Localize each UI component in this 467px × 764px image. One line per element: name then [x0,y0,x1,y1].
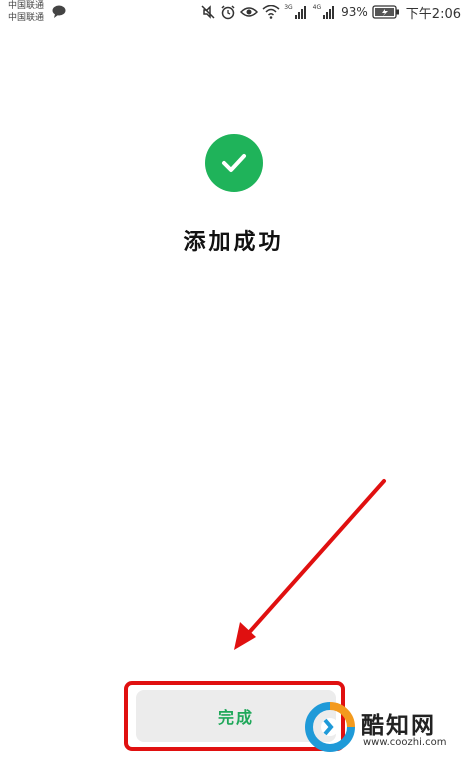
chat-bubble-icon [52,5,66,18]
signal-icon [323,6,335,19]
network-3g-label: 3G [284,3,293,11]
status-icons: 3G 4G 93% 下午2:06 [200,3,461,22]
annotation-arrow [234,479,386,650]
wifi-icon [262,5,280,19]
carrier-1: 中国联通 [8,1,45,11]
page-title: 添加成功 [183,230,284,255]
battery-icon [372,5,399,19]
watermark: 酷知网 www.coozhi.com [305,700,455,756]
coozhi-logo-icon [305,702,355,752]
network-4g-label: 4G [312,3,322,11]
success-check-icon [205,134,263,192]
status-bar: 中国联通 中国联通 3G 4G 93% 下午2:06 [0,0,467,26]
battery-percent: 93% [341,5,368,19]
signal-icon [294,6,306,19]
mute-icon [201,5,215,19]
watermark-name: 酷知网 [361,713,436,739]
carrier-labels: 中国联通 中国联通 [8,0,44,24]
clock-time: 下午2:06 [405,6,461,22]
watermark-url: www.coozhi.com [363,737,447,748]
carrier-2: 中国联通 [8,13,45,23]
checkmark-icon [222,154,246,172]
eye-icon [240,7,259,17]
alarm-icon [221,5,235,20]
